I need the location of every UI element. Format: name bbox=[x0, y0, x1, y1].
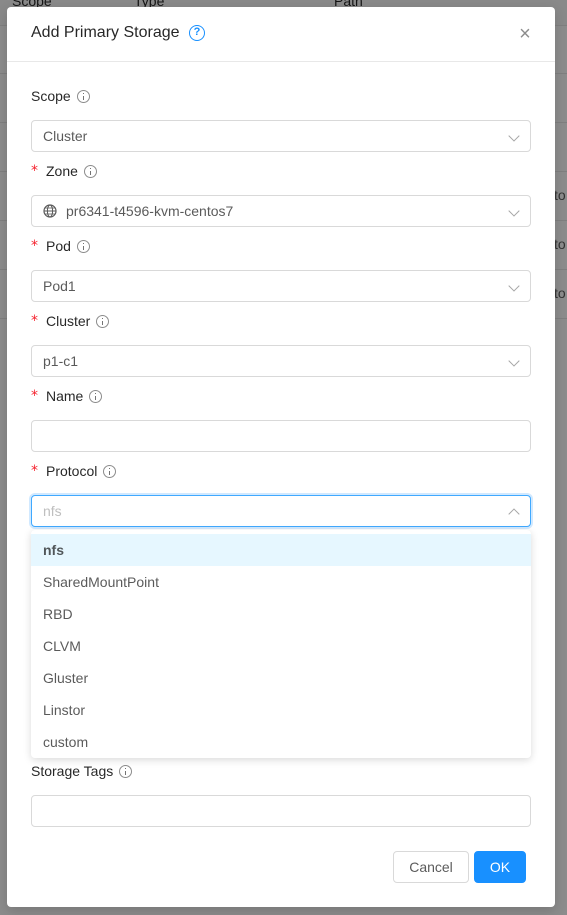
zone-value: pr6341-t4596-kvm-centos7 bbox=[66, 203, 234, 219]
pod-label: Pod bbox=[46, 238, 71, 254]
name-input[interactable] bbox=[31, 420, 531, 452]
required-mark: * bbox=[31, 163, 38, 179]
ok-button[interactable]: OK bbox=[474, 851, 526, 883]
protocol-label: Protocol bbox=[46, 463, 98, 479]
scope-select[interactable]: Cluster bbox=[31, 120, 531, 152]
zone-form-item: * Zone pr6341-t4596-kvm-centos7 bbox=[31, 161, 531, 227]
info-circle-icon[interactable] bbox=[76, 89, 90, 103]
modal-title: Add Primary Storage bbox=[31, 24, 180, 41]
cancel-button[interactable]: Cancel bbox=[393, 851, 469, 883]
globe-icon bbox=[43, 204, 57, 218]
close-icon[interactable]: × bbox=[515, 24, 535, 44]
pod-select[interactable]: Pod1 bbox=[31, 270, 531, 302]
chevron-down-icon bbox=[508, 355, 520, 367]
protocol-label-row: * Protocol bbox=[31, 461, 531, 481]
info-circle-icon[interactable] bbox=[119, 764, 133, 778]
scope-form-item: Scope Cluster bbox=[31, 86, 531, 152]
pod-label-row: * Pod bbox=[31, 236, 531, 256]
info-circle-icon[interactable] bbox=[89, 389, 103, 403]
name-label-row: * Name bbox=[31, 386, 531, 406]
protocol-option-custom[interactable]: custom bbox=[31, 726, 531, 758]
pod-value: Pod1 bbox=[43, 278, 76, 294]
info-circle-icon[interactable] bbox=[103, 464, 117, 478]
info-circle-icon[interactable] bbox=[83, 164, 97, 178]
protocol-form-item: * Protocol nfs bbox=[31, 461, 531, 527]
storage-tags-form-item: Storage Tags bbox=[31, 761, 531, 827]
required-mark: * bbox=[31, 238, 38, 254]
question-circle-icon[interactable]: ? bbox=[189, 25, 205, 41]
chevron-down-icon bbox=[508, 130, 520, 142]
protocol-option-gluster[interactable]: Gluster bbox=[31, 662, 531, 694]
required-mark: * bbox=[31, 313, 38, 329]
zone-label-row: * Zone bbox=[31, 161, 531, 181]
cluster-select[interactable]: p1-c1 bbox=[31, 345, 531, 377]
protocol-option-linstor[interactable]: Linstor bbox=[31, 694, 531, 726]
modal-header: Add Primary Storage ? × bbox=[7, 7, 555, 62]
zone-label: Zone bbox=[46, 163, 78, 179]
storage-tags-input[interactable] bbox=[31, 795, 531, 827]
storage-tags-label: Storage Tags bbox=[31, 763, 114, 779]
protocol-select[interactable]: nfs bbox=[31, 495, 531, 527]
protocol-dropdown: nfs SharedMountPoint RBD CLVM Gluster Li… bbox=[31, 530, 531, 758]
cluster-label-row: * Cluster bbox=[31, 311, 531, 331]
scope-label: Scope bbox=[31, 88, 71, 104]
cluster-label: Cluster bbox=[46, 313, 91, 329]
protocol-option-nfs[interactable]: nfs bbox=[31, 534, 531, 566]
chevron-up-icon bbox=[508, 508, 520, 520]
protocol-option-sharedmountpoint[interactable]: SharedMountPoint bbox=[31, 566, 531, 598]
required-mark: * bbox=[31, 388, 38, 404]
zone-select[interactable]: pr6341-t4596-kvm-centos7 bbox=[31, 195, 531, 227]
pod-form-item: * Pod Pod1 bbox=[31, 236, 531, 302]
info-circle-icon[interactable] bbox=[96, 314, 110, 328]
cluster-form-item: * Cluster p1-c1 bbox=[31, 311, 531, 377]
required-mark: * bbox=[31, 463, 38, 479]
chevron-down-icon bbox=[508, 205, 520, 217]
scope-value: Cluster bbox=[43, 128, 88, 144]
protocol-option-clvm[interactable]: CLVM bbox=[31, 630, 531, 662]
protocol-option-rbd[interactable]: RBD bbox=[31, 598, 531, 630]
chevron-down-icon bbox=[508, 280, 520, 292]
scope-label-row: Scope bbox=[31, 86, 531, 106]
cluster-value: p1-c1 bbox=[43, 353, 79, 369]
protocol-placeholder: nfs bbox=[43, 503, 62, 519]
name-form-item: * Name bbox=[31, 386, 531, 452]
info-circle-icon[interactable] bbox=[76, 239, 90, 253]
add-primary-storage-dialog: Add Primary Storage ? × Scope Cluster * … bbox=[7, 7, 555, 907]
storage-tags-label-row: Storage Tags bbox=[31, 761, 531, 781]
name-label: Name bbox=[46, 388, 84, 404]
